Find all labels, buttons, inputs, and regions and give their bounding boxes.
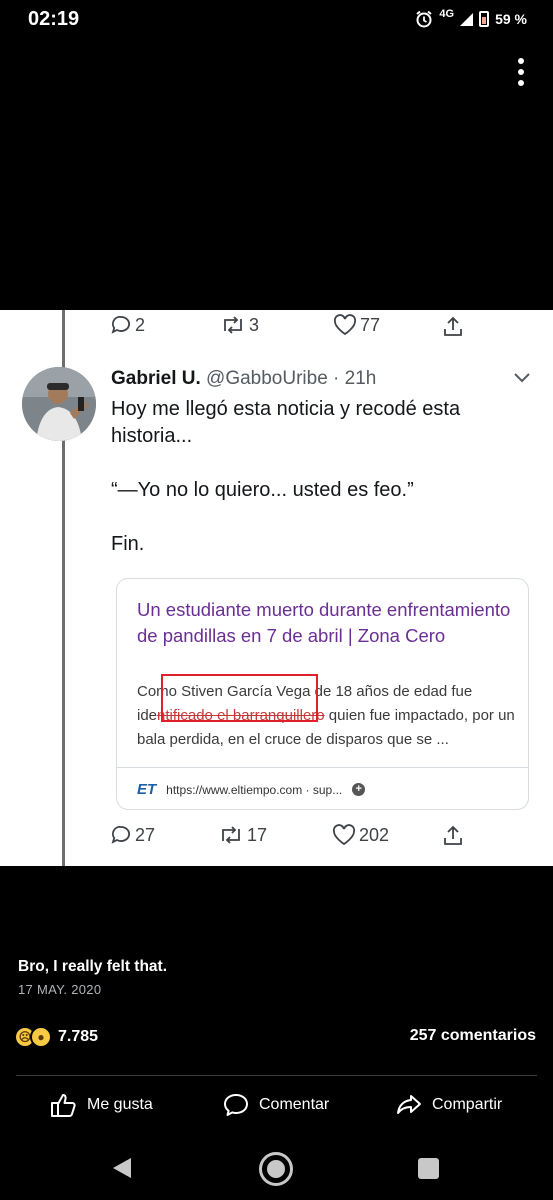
reply-action[interactable]: 27 [110, 824, 155, 846]
share-icon[interactable] [441, 824, 465, 848]
like-count: 202 [359, 824, 390, 845]
like-icon [332, 824, 356, 846]
battery-level: 59 % [495, 11, 527, 27]
link-card[interactable]: Un estudiante muerto durante enfrentamie… [116, 578, 529, 810]
post-date: 17 MAY. 2020 [18, 982, 102, 997]
network-type: 4G [439, 8, 455, 20]
status-icons: 4G 59 % [415, 8, 527, 28]
add-icon[interactable]: + [352, 783, 366, 796]
comments-count[interactable]: 257 comentarios [410, 1027, 536, 1045]
navigation-bar [0, 1140, 553, 1200]
author-handle[interactable]: @GabboUribe · 21h [206, 368, 376, 389]
share-label: Compartir [432, 1096, 503, 1113]
reactions-summary[interactable]: ☹ ● 7.785 [14, 1026, 98, 1048]
like-action[interactable]: 202 [332, 824, 389, 846]
reaction-count: 7.785 [58, 1028, 99, 1045]
tweet-text: Hoy me llegó esta noticia y recodé esta … [111, 396, 521, 558]
prev-retweet-action: 3 [220, 314, 259, 336]
prev-retweet-count: 3 [249, 314, 260, 335]
back-icon[interactable] [113, 1158, 131, 1178]
card-footer[interactable]: ET https://www.eltiempo.com · sup... + [117, 767, 528, 809]
home-icon[interactable] [259, 1152, 293, 1186]
thumbs-up-icon [51, 1094, 76, 1117]
wow-reaction-icon: ● [30, 1026, 52, 1048]
tweet-quote: “—Yo no lo quiero... usted es feo.” [111, 479, 414, 501]
prev-like-action: 77 [333, 314, 380, 336]
highlight-box [161, 674, 318, 722]
desc-part-3: ide [137, 707, 158, 724]
chevron-down-icon[interactable] [513, 372, 531, 384]
tweet-line-2: historia... [111, 425, 193, 447]
author-name[interactable]: Gabriel U. [111, 368, 201, 389]
desc-part-5: bala perdida, en el cruce de disparos qu… [137, 731, 449, 748]
battery-icon [479, 11, 490, 27]
prev-reply-count: 2 [135, 314, 146, 335]
like-icon [333, 314, 357, 336]
signal-icon [460, 12, 474, 26]
retweet-icon [222, 826, 240, 844]
retweet-count: 17 [247, 824, 268, 845]
more-vert-icon[interactable] [517, 58, 525, 86]
tweet-line-1: Hoy me llegó esta noticia y recodé esta [111, 398, 461, 420]
reply-count: 27 [135, 824, 156, 845]
retweet-action[interactable]: 17 [218, 824, 267, 846]
avatar[interactable] [22, 367, 96, 441]
status-time: 02:19 [28, 8, 80, 30]
tweet-header: Gabriel U. @GabboUribe · 21h [111, 368, 376, 390]
prev-like-count: 77 [360, 314, 381, 335]
comment-label: Comentar [259, 1096, 330, 1113]
tweet-ending: Fin. [111, 533, 145, 555]
share-arrow-icon [397, 1095, 421, 1114]
source-logo: ET [137, 781, 157, 798]
like-button[interactable]: Me gusta [50, 1092, 153, 1118]
tweet-screenshot[interactable]: 2 3 77 Gabriel U. @GabboUribe · 21h Hoy … [0, 310, 553, 866]
recents-icon[interactable] [418, 1158, 439, 1179]
share-icon [444, 316, 462, 336]
divider [16, 1075, 537, 1076]
retweet-icon [224, 316, 242, 334]
desc-part-4: quien fue impactado, por un [324, 707, 515, 724]
like-label: Me gusta [87, 1096, 153, 1113]
alarm-icon [416, 10, 433, 28]
status-bar: 02:19 4G 59 % [0, 0, 553, 44]
card-title[interactable]: Un estudiante muerto durante enfrentamie… [137, 597, 517, 649]
reply-icon [111, 826, 130, 844]
comment-icon [224, 1094, 248, 1116]
desc-part-2: de 18 años de edad fue [310, 683, 473, 700]
prev-reply-action: 2 [110, 314, 145, 336]
share-button[interactable]: Compartir [395, 1092, 502, 1118]
reply-icon [111, 316, 130, 334]
post-caption: Bro, I really felt that. [18, 958, 168, 975]
avatar-image [22, 367, 96, 441]
card-url[interactable]: https://www.eltiempo.com · sup... [166, 783, 342, 797]
comment-button[interactable]: Comentar [222, 1092, 329, 1118]
